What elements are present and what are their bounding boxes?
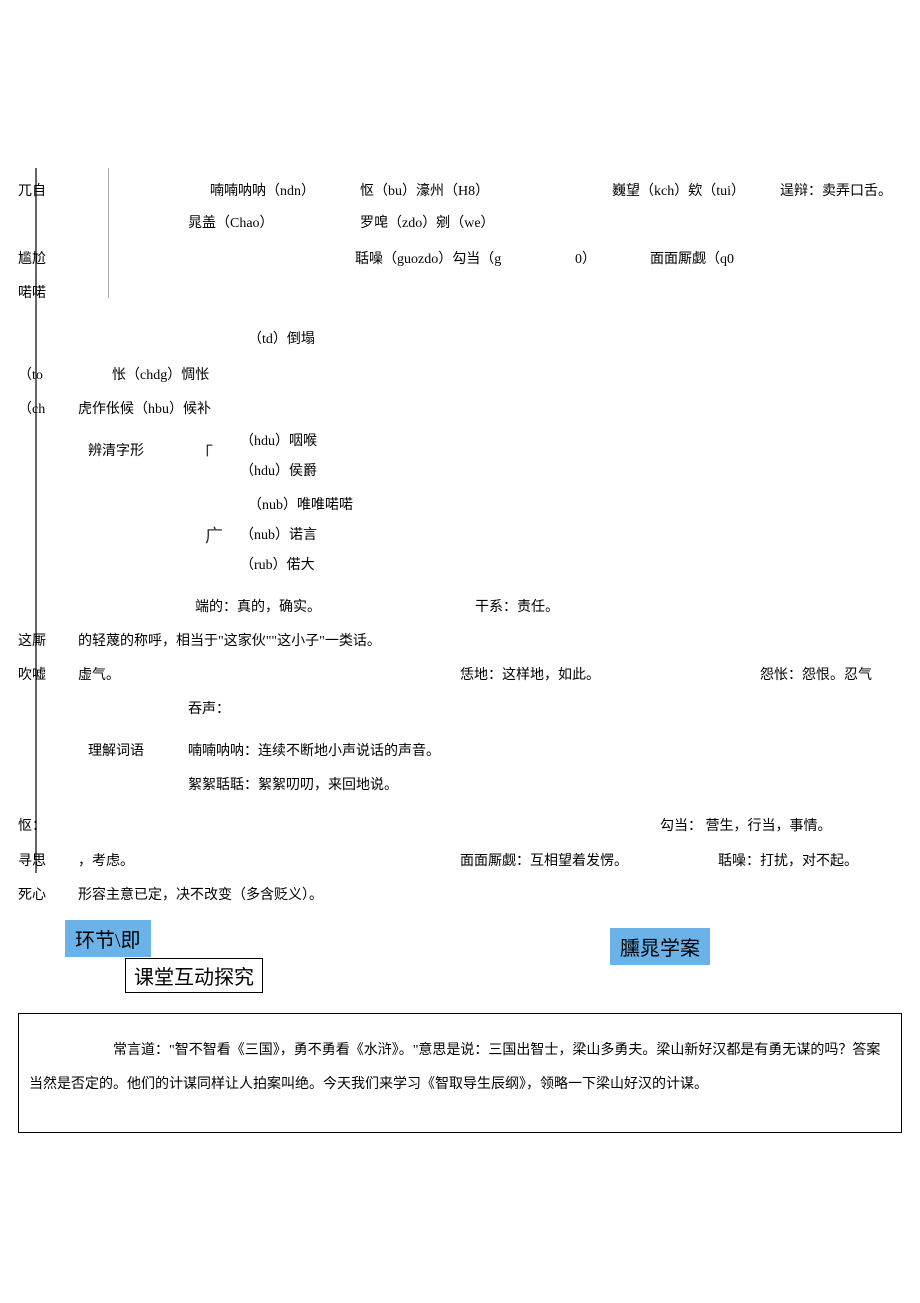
def-zhesi-text: 的轻蔑的称呼，相当于"这家伙""这小子"一类话。	[78, 630, 381, 650]
word-ou: 怄（bu）濠州（H8）	[360, 180, 489, 200]
gloss-nub-1: （nub）唯唯喏喏	[248, 494, 353, 514]
word-ganga: 尴尬	[18, 248, 46, 268]
section-title-box: 课堂互动探究	[125, 958, 263, 993]
word-tunsheng: 吞声：	[188, 698, 230, 718]
bracket-icon-1: 「	[195, 440, 213, 466]
intro-paragraph-box: 常言道："智不智看《三国》，勇不勇看《水浒》。"意思是说：三国出智士，梁山多勇夫…	[18, 1013, 902, 1133]
def-xuqi: 虚气。	[78, 664, 120, 684]
blue-tab-left: 环节\即	[65, 920, 151, 957]
word-xunsi: 寻思	[18, 850, 46, 870]
gloss-hdu-1: （hdu）咽喉	[240, 430, 317, 450]
section-label-lijie: 理解词语	[88, 740, 144, 760]
word-guozao: 聒噪（guozdo）勾当（g	[355, 248, 501, 268]
def-kaolv: ，考虑。	[78, 850, 134, 870]
word-chaogai: 晁盖（Chao）	[188, 212, 274, 232]
def-goudang: 勾当： 营生，行当，事情。	[660, 815, 832, 835]
word-zhesi: 这厮	[18, 630, 46, 650]
def-duandi: 端的：真的，确实。	[195, 596, 321, 616]
word-huzuo: 虎作伥候（hbu）候补	[78, 398, 211, 418]
word-luozao: 罗唣（zdo）剜（we）	[360, 212, 495, 232]
def-sixin-text: 形容主意已定，决不改变（多含贬义）。	[78, 884, 323, 904]
word-weiwang: 巍望（kch）欸（tui）	[612, 180, 745, 200]
gloss-nub-2: （nub）诺言	[240, 524, 317, 544]
intro-paragraph-text: 常言道："智不智看《三国》，勇不勇看《水浒》。"意思是说：三国出智士，梁山多勇夫…	[29, 1034, 891, 1101]
def-ganxi: 干系：责任。	[475, 596, 559, 616]
def-mianmian-full: 面面厮觑：互相望着发愣。	[460, 850, 628, 870]
word-nuonuo: 喏喏	[18, 282, 46, 302]
word-sixin: 死心	[18, 884, 46, 904]
gloss-hdu-2: （hdu）侯爵	[240, 460, 317, 480]
document-page: 兀自 喃喃呐呐（ndn） 怄（bu）濠州（H8） 巍望（kch）欸（tui） 逞…	[0, 0, 920, 1303]
def-yuanchang: 怨怅：怨恨。忍气	[760, 664, 872, 684]
word-chuixu: 吹嘘	[18, 664, 46, 684]
def-xuxu: 絮絮聒聒：絮絮叨叨，来回地说。	[188, 774, 398, 794]
word-wuzhi: 兀自	[18, 180, 46, 200]
word-ou2: 怄：	[18, 815, 46, 835]
def-nannan-full: 喃喃呐呐：连续不断地小声说话的声音。	[188, 740, 440, 760]
word-td-daota: （td）倒塌	[248, 328, 315, 348]
frag-ch: （ch	[18, 398, 45, 418]
vertical-rule-inner	[108, 168, 109, 298]
word-chang: 怅（chdg）惆怅	[112, 364, 209, 384]
vertical-rule-left	[35, 168, 37, 873]
word-zero: 0）	[575, 248, 596, 268]
def-guozao-full: 聒噪：打扰，对不起。	[718, 850, 858, 870]
word-mianmian: 面面厮觑（q0	[650, 248, 734, 268]
frag-to: （to	[18, 364, 43, 384]
blue-tab-right: 臐晁学案	[610, 928, 710, 965]
def-nendi: 恁地：这样地，如此。	[460, 664, 600, 684]
bracket-icon-2: 广	[205, 522, 223, 548]
gloss-rub: （rub）偌大	[240, 554, 315, 574]
word-nannan: 喃喃呐呐（ndn）	[210, 180, 315, 200]
def-chengbian: 逞辩：卖弄口舌。	[780, 180, 892, 200]
section-label-bianqing: 辨清字形	[88, 440, 144, 460]
